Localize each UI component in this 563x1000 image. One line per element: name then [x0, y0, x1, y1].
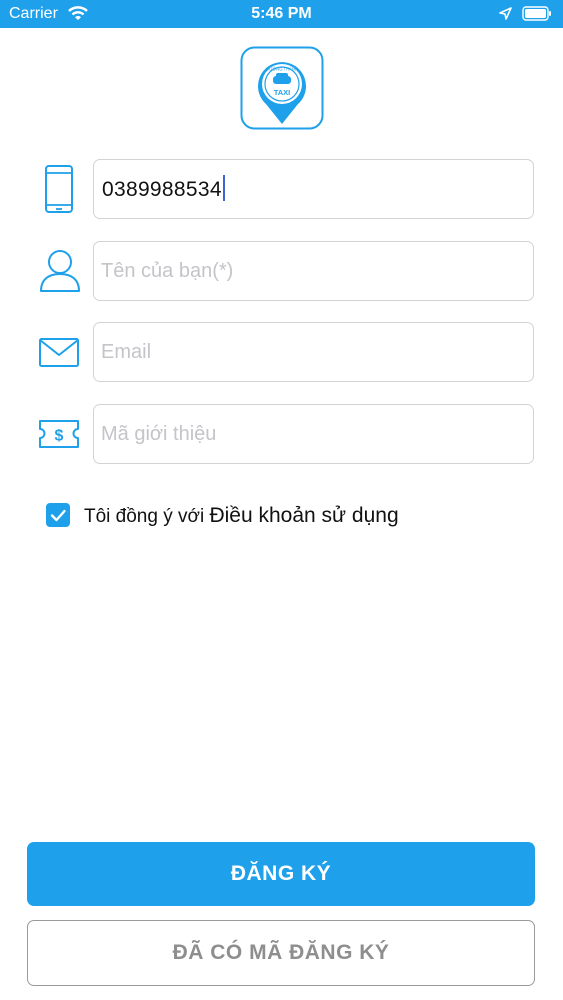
checkmark-icon: [50, 509, 66, 522]
terms-link[interactable]: Điều khoản sử dụng: [209, 504, 398, 527]
phone-value[interactable]: 0389988534: [102, 160, 225, 218]
register-button[interactable]: ĐĂNG KÝ: [27, 842, 535, 906]
terms-label: Tôi đồng ý với Điều khoản sử dụng: [84, 504, 399, 528]
terms-prefix: Tôi đồng ý với: [84, 506, 210, 527]
user-icon: [38, 247, 82, 297]
name-input[interactable]: [101, 242, 521, 300]
logo-text: TAXI: [274, 88, 291, 97]
email-input[interactable]: [101, 323, 521, 381]
terms-checkbox[interactable]: [46, 503, 70, 527]
mail-icon: [38, 334, 82, 384]
referral-field[interactable]: [93, 404, 534, 464]
location-arrow-icon: [499, 7, 512, 25]
phone-icon: [38, 164, 82, 214]
email-field[interactable]: [93, 322, 534, 382]
referral-input[interactable]: [101, 405, 521, 463]
logo-arc-text: ĐƯỜNG THÀNH: [266, 67, 298, 72]
status-bar: Carrier 5:46 PM: [0, 0, 563, 28]
taxi-logo-icon: TAXI ĐƯỜNG THÀNH: [240, 46, 324, 130]
clock: 5:46 PM: [251, 5, 312, 22]
battery-icon: [522, 6, 552, 26]
have-code-button[interactable]: ĐÃ CÓ MÃ ĐĂNG KÝ: [27, 920, 535, 986]
phone-field[interactable]: 0389988534: [93, 159, 534, 219]
ticket-dollar-icon: $: [38, 416, 82, 466]
text-caret: [222, 175, 225, 202]
name-field[interactable]: [93, 241, 534, 301]
svg-text:$: $: [55, 428, 64, 445]
